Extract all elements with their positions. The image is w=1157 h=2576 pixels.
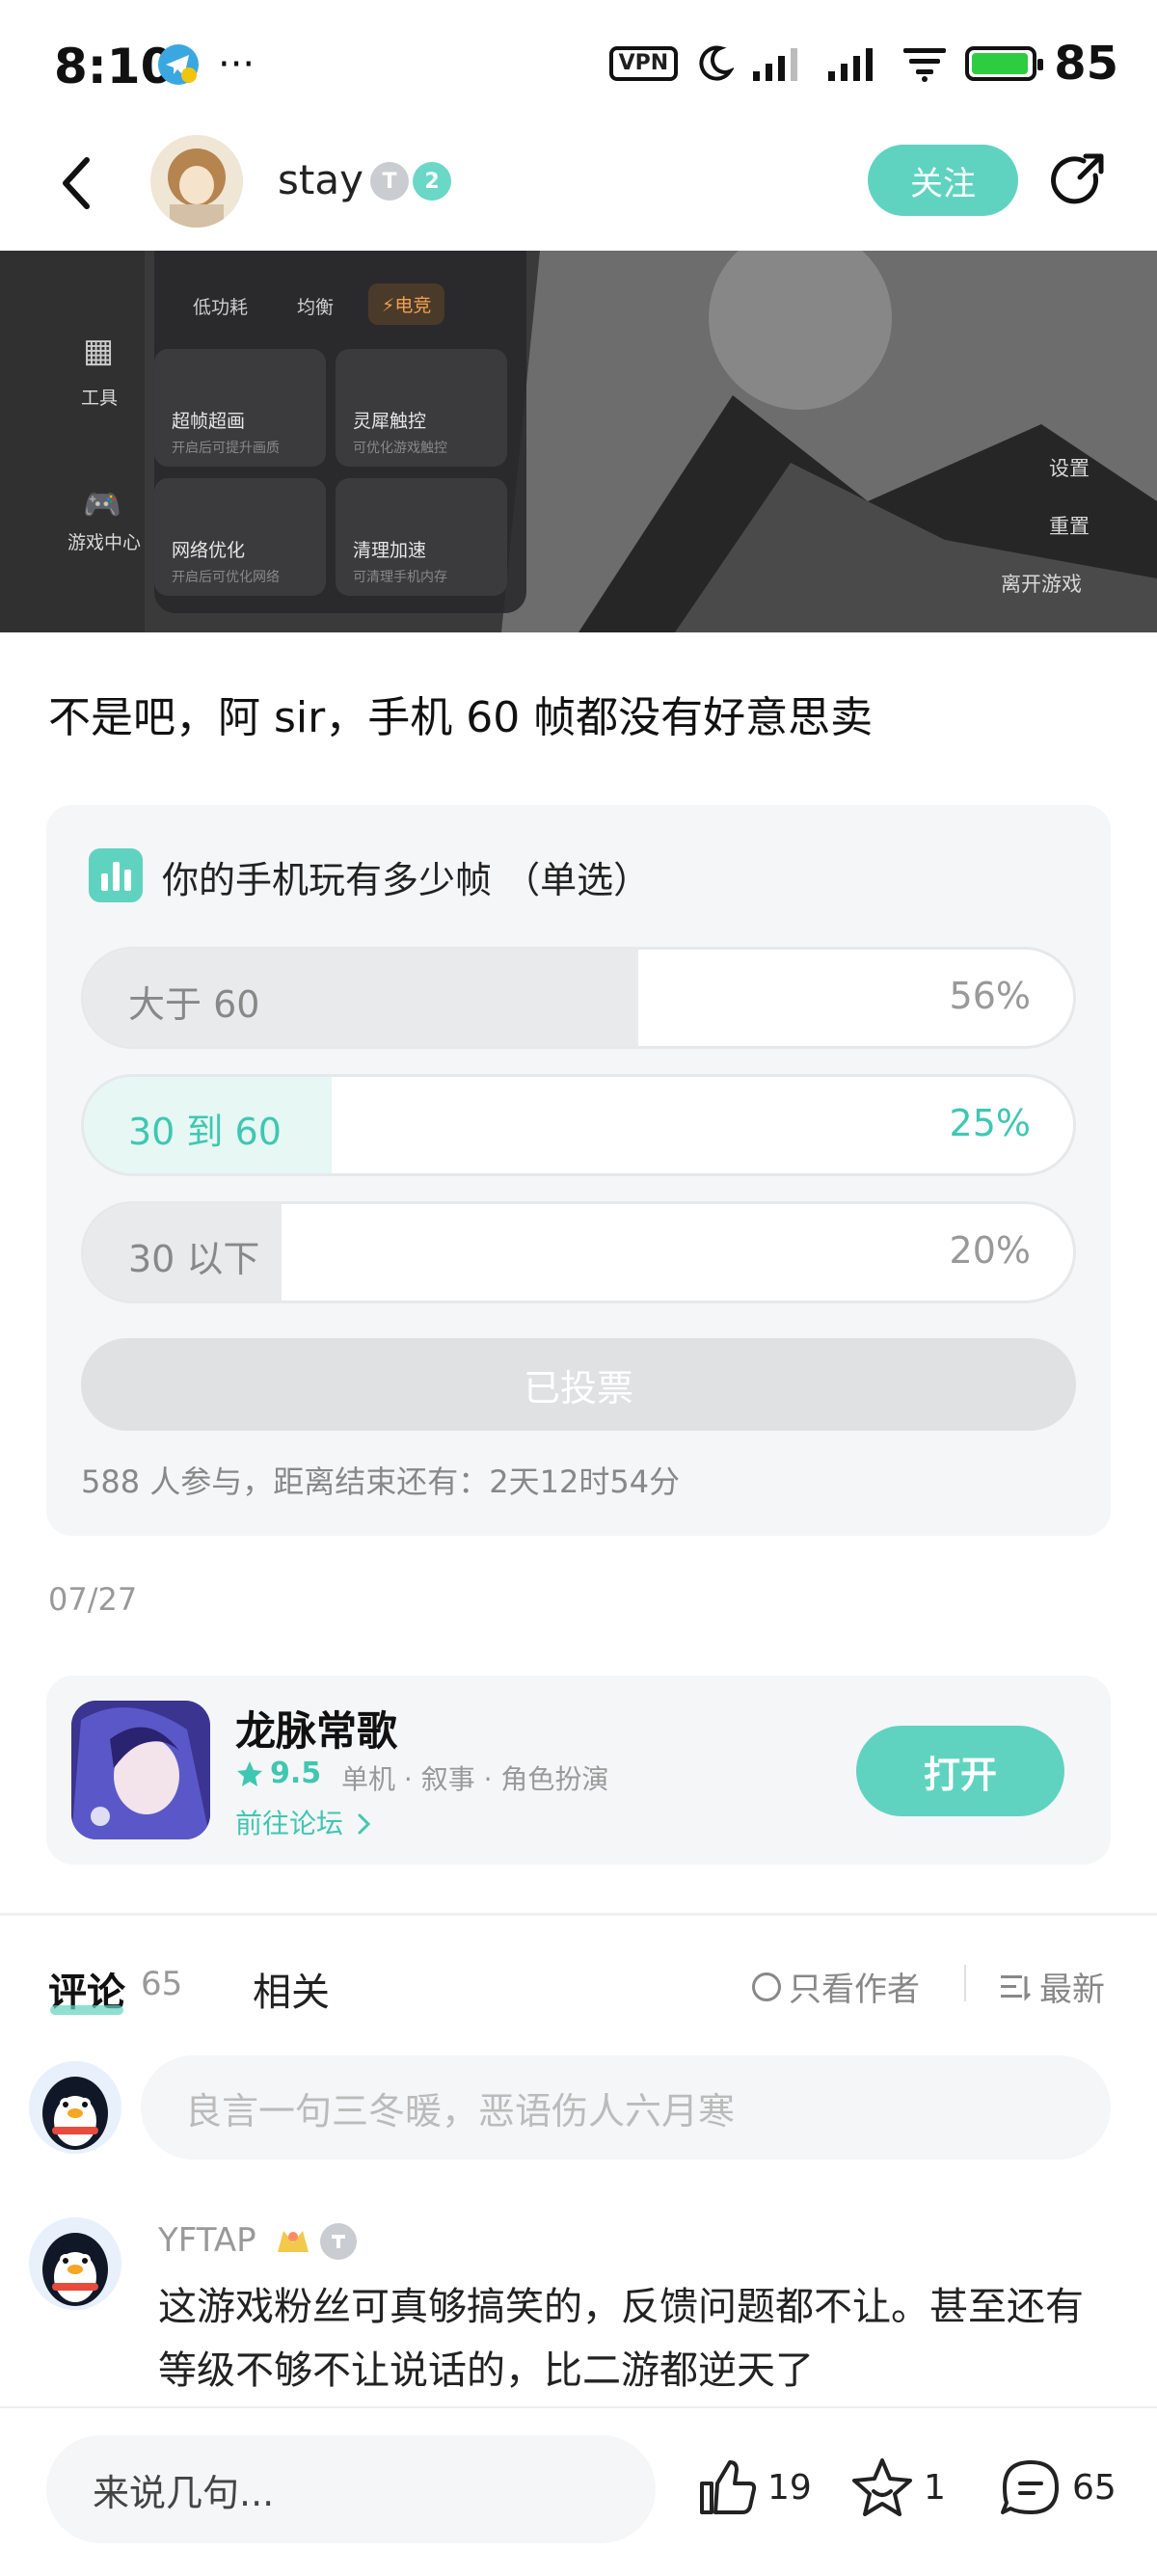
tab-active-indicator: [50, 2005, 123, 2015]
author-only-label: 只看作者: [789, 1971, 920, 2009]
poll-meta: 588 人参与，距离结束还有：2天12时54分: [81, 1463, 681, 1500]
poll-option-label: 30 以下: [128, 1238, 260, 1280]
commenter-title-badge: [320, 2223, 357, 2260]
comment-input[interactable]: 良言一句三冬暖，恶语伤人六月寒: [141, 2055, 1111, 2160]
comment-bubble-icon: [1001, 2460, 1059, 2514]
share-button[interactable]: [1047, 150, 1109, 212]
vpn-icon: VPN: [608, 46, 679, 81]
hero-sidebar-tools: 工具: [81, 388, 119, 409]
hero-sidebar-game-center: 游戏中心: [67, 532, 142, 553]
battery-icon: [965, 46, 1044, 81]
poll-question: 你的手机玩有多少帧 （单选）: [162, 859, 651, 901]
telegram-icon: [156, 42, 201, 91]
poll-option-percent: 25%: [949, 1102, 1031, 1144]
comment-count: 65: [1072, 2467, 1117, 2508]
signal-icon: [753, 48, 798, 81]
share-icon: [1051, 153, 1104, 204]
game-name[interactable]: 龙脉常歌: [235, 1699, 397, 1758]
hero-tile-3-sub: 开启后可优化网络: [172, 570, 280, 585]
author-avatar[interactable]: [150, 135, 243, 228]
follow-button[interactable]: 关注: [868, 145, 1018, 216]
sort-button[interactable]: 最新: [999, 1963, 1105, 2010]
hero-tile-2-sub: 可优化游戏触控: [353, 441, 447, 456]
user-medal-icon: [274, 2223, 312, 2258]
favorite-count: 1: [924, 2467, 946, 2508]
chevron-right-icon: [358, 1813, 371, 1835]
hero-tile-1-sub: 开启后可提升画质: [172, 441, 280, 456]
hero-tile-1-title: 超帧超画: [172, 411, 246, 432]
chevron-left-icon: [63, 157, 90, 209]
moon-icon: [699, 45, 735, 81]
poll-option-label: 大于 60: [128, 983, 260, 1026]
author-name[interactable]: stay: [278, 156, 363, 203]
battery-level: 85: [1054, 37, 1118, 91]
comment-button[interactable]: 65: [999, 2456, 1117, 2518]
hero-menu-exit: 离开游戏: [1001, 573, 1082, 596]
comment-text: 这游戏粉丝可真够搞笑的，反馈问题都不让。甚至还有等级不够不让说话的，比二游都逆天…: [158, 2285, 1084, 2393]
hero-menu-reset: 重置: [1049, 515, 1090, 538]
back-button[interactable]: [48, 145, 106, 222]
voted-button[interactable]: 已投票: [81, 1338, 1076, 1431]
status-icons: VPN 85: [608, 37, 1118, 91]
hero-tile-4-sub: 可清理手机内存: [353, 570, 447, 585]
sort-label: 最新: [1039, 1971, 1105, 2009]
reply-input[interactable]: 来说几句...: [46, 2435, 656, 2543]
game-rating-value: 9.5: [270, 1757, 322, 1790]
signal-icon-2: [828, 48, 874, 81]
commenter-avatar[interactable]: [29, 2217, 121, 2310]
hero-menu-settings: 设置: [1049, 457, 1090, 480]
wifi-icon: [903, 48, 947, 82]
hero-tile-4-title: 清理加速: [353, 540, 427, 561]
poll-option-label: 30 到 60: [128, 1111, 282, 1153]
tab-comments-count: 65: [141, 1965, 183, 2003]
poll-option-percent: 20%: [949, 1229, 1031, 1272]
section-divider: [0, 1913, 1157, 1916]
thumbs-up-icon: [700, 2460, 757, 2514]
radio-icon: [752, 1972, 781, 2001]
hero-mode-balanced: 均衡: [297, 297, 335, 318]
poll-option[interactable]: 30 以下 20%: [81, 1201, 1076, 1303]
favorite-button[interactable]: 1: [850, 2456, 946, 2518]
post-date: 07/27: [48, 1581, 138, 1618]
commenter-name[interactable]: YFTAP: [158, 2221, 256, 2260]
sort-icon: [1001, 1974, 1032, 2001]
poll-icon: [89, 848, 143, 902]
hero-mode-low: 低功耗: [193, 297, 249, 318]
game-tags: 单机 · 叙事 · 角色扮演: [341, 1763, 609, 1795]
title-badge: T: [370, 162, 409, 201]
tab-related[interactable]: 相关: [253, 1961, 330, 2017]
poll-option[interactable]: 大于 60 56%: [81, 947, 1076, 1049]
post-title: 不是吧，阿 sir，手机 60 帧都没有好意思卖: [48, 693, 874, 742]
forum-link-label: 前往论坛: [235, 1808, 344, 1839]
star-icon: [237, 1760, 262, 1786]
level-badge: 2: [413, 162, 451, 201]
open-game-button[interactable]: 打开: [856, 1726, 1064, 1816]
gamepad-icon: 🎮: [83, 486, 121, 523]
hero-tile-2-title: 灵犀触控: [353, 411, 427, 432]
author-only-toggle[interactable]: 只看作者: [752, 1963, 920, 2010]
forum-link[interactable]: 前往论坛: [235, 1803, 373, 1841]
hero-sidebar: [0, 251, 145, 632]
filter-divider: [964, 1965, 966, 2001]
hero-mode-esports: ⚡电竞: [368, 283, 445, 325]
poll-option[interactable]: 30 到 60 25%: [81, 1074, 1076, 1176]
poll-option-percent: 56%: [949, 975, 1031, 1017]
hero-tile-3-title: 网络优化: [172, 540, 246, 561]
star-outline-icon: [852, 2458, 912, 2516]
like-button[interactable]: 19: [696, 2456, 812, 2518]
post-image[interactable]: ▦ 工具 🎮 游戏中心 低功耗 均衡 ⚡电竞 超帧超画 开启后可提升画质 灵犀触…: [0, 251, 1157, 632]
like-count: 19: [767, 2467, 812, 2508]
game-rating: 9.5: [235, 1757, 321, 1790]
tool-icon: ▦: [83, 332, 115, 370]
my-avatar: [29, 2061, 121, 2154]
more-notifications-icon: ···: [218, 42, 256, 87]
game-app-icon[interactable]: [71, 1701, 210, 1839]
